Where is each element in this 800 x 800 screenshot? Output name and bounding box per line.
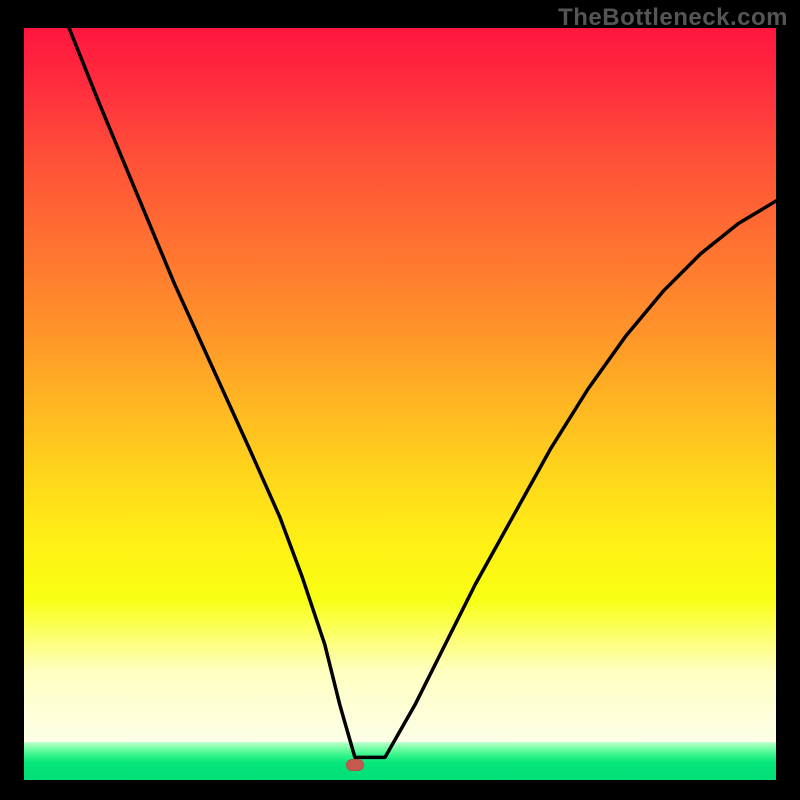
bottleneck-curve <box>69 28 776 757</box>
curve-svg <box>24 28 776 780</box>
marker-dot <box>346 759 364 771</box>
chart-frame: TheBottleneck.com <box>0 0 800 800</box>
plot-area <box>24 28 776 780</box>
watermark-text: TheBottleneck.com <box>558 4 788 32</box>
